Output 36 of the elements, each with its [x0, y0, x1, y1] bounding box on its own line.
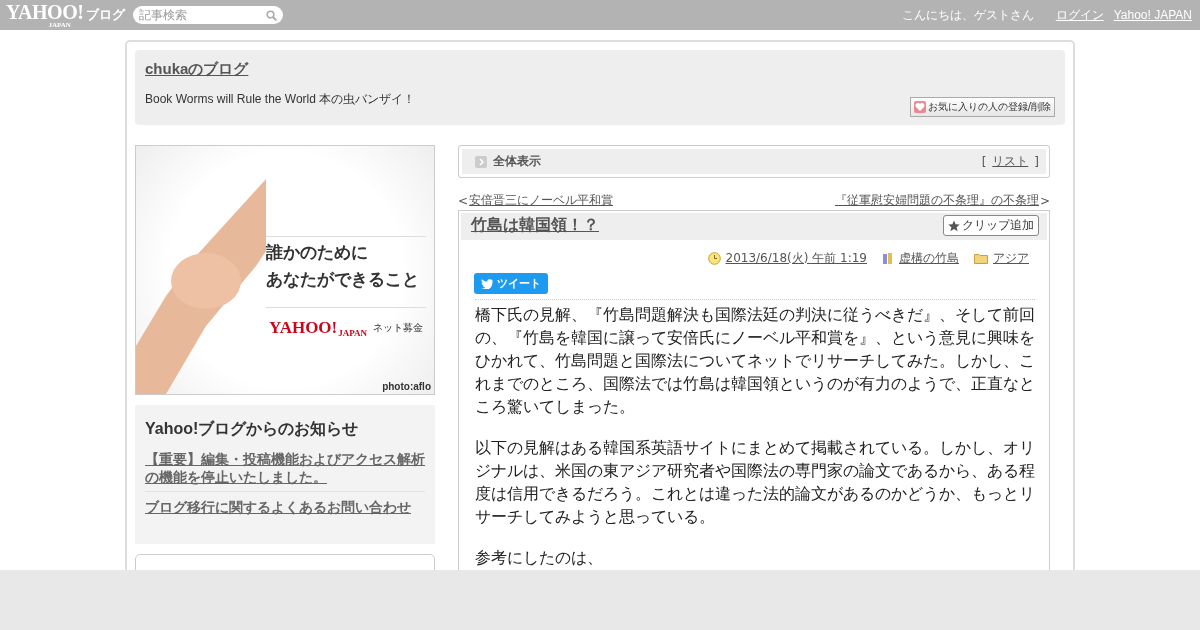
list-link[interactable]: リスト	[992, 153, 1029, 170]
notice-title: Yahoo!ブログからのお知らせ	[145, 419, 360, 439]
banner-headline: あなたができること	[266, 268, 420, 291]
blog-tagline: Book Worms will Rule the World 本の虫バンザイ！	[145, 91, 417, 108]
bracket-text: [	[981, 154, 987, 169]
view-label: 全体表示	[493, 153, 541, 170]
bird-icon	[481, 278, 493, 289]
notice-link[interactable]: 【重要】編集・投稿機能およびアクセス解析の機能を停止いたしました。	[145, 450, 425, 493]
article-paragraph: 参考にしたのは、	[475, 548, 604, 569]
book-link[interactable]: 虚構の竹島	[899, 250, 959, 267]
star-icon	[948, 219, 960, 232]
article-title[interactable]: 竹島は韓国領！？	[471, 215, 599, 236]
clock-icon	[707, 252, 721, 265]
article-paragraph: 以下の見解はある韓国系英語サイトにまとめて掲載されている。しかし、オリジナルは、米国の東アジア研究者や国際法の専門家の論文であるから、ある程度は信用できるだろう。これとは違った法的論文があるのかどうか、もっとリサーチしてみようと思っている。	[475, 438, 1035, 528]
notice-link[interactable]: ブログ移行に関するよくあるお問い合わせ	[145, 498, 425, 522]
greeting-text: こんにちは、ゲストさん	[901, 6, 1034, 24]
search-icon[interactable]	[266, 10, 278, 21]
search-field[interactable]: 記事検索	[133, 6, 284, 24]
next-post-link[interactable]: 『従軍慰安婦問題の不条理』の不条理	[834, 192, 1039, 209]
banner-headline: 誰かのために	[266, 241, 369, 264]
article-paragraph: 橋下氏の見解、『竹島問題解決も国際法廷の判決に従うべきだ』、そして前回の、『竹島を韓国に譲って安倍氏にノーベル平和賞を』、という意見に興味をひかれて、竹島問題と国際法についてネットでリサーチしてみた。しかし、これまでのところ、国際法では竹島は韓国領というのが有力のようで、正直なところ驚いてしまった。	[475, 305, 1035, 418]
clip-button[interactable]: クリップ追加	[943, 215, 1039, 236]
prev-post-link[interactable]: 安倍晋三にノーベル平和賞	[469, 192, 614, 209]
category-link[interactable]: アジア	[993, 250, 1029, 267]
banner-label: ネット募金	[373, 321, 424, 335]
books-icon	[882, 252, 894, 265]
service-name: ブログ	[86, 6, 126, 24]
post-date-link[interactable]: 2013/6/18(火) 午前 1:19	[725, 250, 867, 267]
prev-mark: <	[458, 193, 469, 208]
favorite-button[interactable]: お気に入りの人の登録/削除	[909, 97, 1055, 117]
bracket-text: ]	[1034, 154, 1039, 169]
heart-icon	[913, 101, 926, 113]
blog-title[interactable]: chukaのブログ	[145, 60, 910, 79]
photo-credit: photo:aflo	[382, 381, 431, 392]
next-mark: >	[1039, 193, 1050, 208]
folder-icon	[974, 253, 988, 264]
